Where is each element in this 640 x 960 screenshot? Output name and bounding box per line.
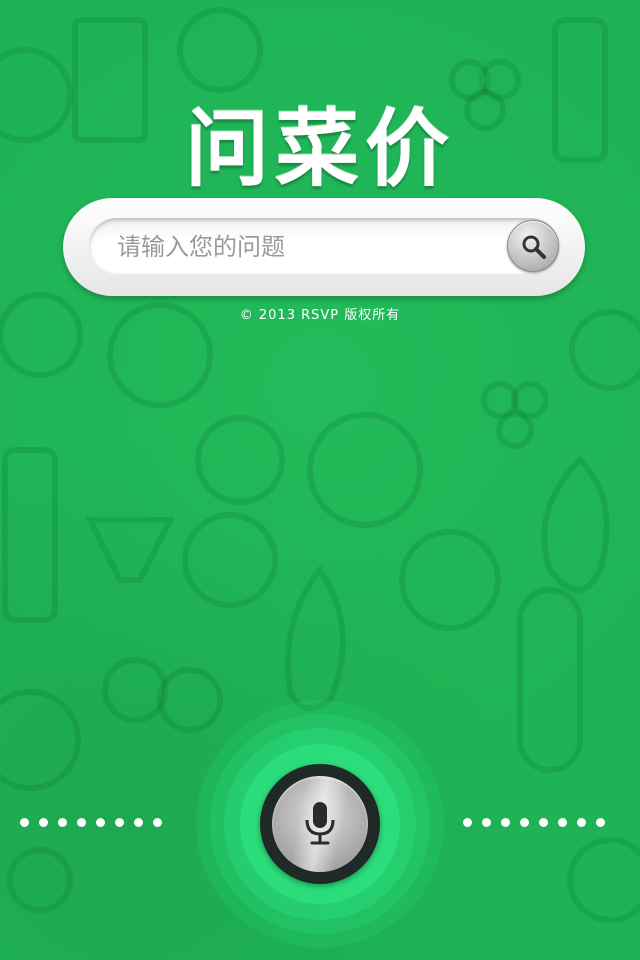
copyright-text: © 2013 RSVP 版权所有 xyxy=(239,308,401,323)
microphone-button[interactable] xyxy=(260,764,380,884)
search-icon xyxy=(522,235,546,259)
microphone-button-face xyxy=(272,776,368,872)
microphone-icon xyxy=(305,802,335,845)
app-title: 问菜价 xyxy=(184,100,455,198)
search-field-wrapper xyxy=(89,218,559,276)
voice-input-area xyxy=(196,700,444,948)
search-input[interactable] xyxy=(115,218,499,276)
search-bar xyxy=(63,198,585,296)
voice-wave-left xyxy=(20,818,162,827)
voice-wave-right xyxy=(463,818,605,827)
search-button[interactable] xyxy=(507,220,559,272)
